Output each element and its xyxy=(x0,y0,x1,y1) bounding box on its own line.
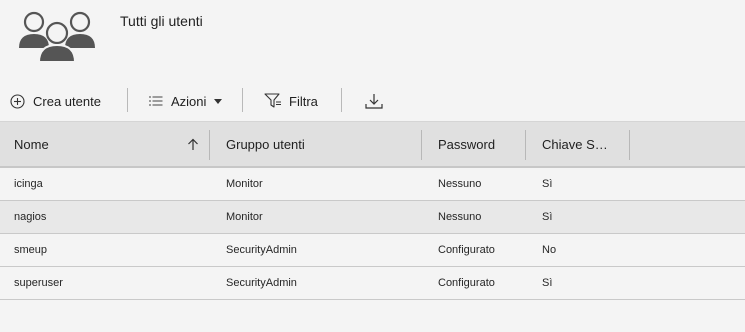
download-icon xyxy=(365,94,383,109)
toolbar-divider xyxy=(127,88,128,112)
cell-key: Sì xyxy=(542,277,553,289)
cell-name: nagios xyxy=(14,211,47,223)
users-page: Tutti gli utenti Crea utente Azioni Filt… xyxy=(0,0,745,332)
column-header-key[interactable]: Chiave S… xyxy=(542,122,608,166)
add-circle-icon xyxy=(10,93,25,109)
column-header-password[interactable]: Password xyxy=(438,122,495,166)
users-group-icon xyxy=(19,11,95,62)
column-divider[interactable] xyxy=(421,130,422,160)
caret-down-icon xyxy=(214,98,223,104)
users-table: Nome Gruppo utenti Password Chiave S… ic… xyxy=(0,121,745,300)
cell-group: Monitor xyxy=(226,211,263,223)
create-user-label: Crea utente xyxy=(33,93,101,109)
cell-key: Sì xyxy=(542,211,553,223)
cell-name: superuser xyxy=(14,277,63,289)
cell-key: Sì xyxy=(542,178,553,190)
actions-menu-button[interactable]: Azioni xyxy=(149,86,223,116)
cell-key: No xyxy=(542,244,557,256)
table-header: Nome Gruppo utenti Password Chiave S… xyxy=(0,121,745,168)
table-row[interactable]: superuser SecurityAdmin Configurato Sì xyxy=(0,267,745,300)
toolbar-divider xyxy=(242,88,243,112)
cell-group: SecurityAdmin xyxy=(226,244,297,256)
table-row[interactable]: nagios Monitor Nessuno Sì xyxy=(0,201,745,234)
page-header: Tutti gli utenti xyxy=(0,0,745,80)
page-title: Tutti gli utenti xyxy=(120,13,203,29)
cell-name: icinga xyxy=(14,178,43,190)
cell-name: smeup xyxy=(14,244,48,256)
sort-ascending-icon[interactable] xyxy=(187,138,199,151)
table-row[interactable]: icinga Monitor Nessuno Sì xyxy=(0,168,745,201)
toolbar-divider xyxy=(341,88,342,112)
actions-label: Azioni xyxy=(171,93,207,109)
filter-icon xyxy=(264,93,281,108)
cell-group: Monitor xyxy=(226,178,263,190)
download-button[interactable] xyxy=(365,86,383,116)
table-row[interactable]: smeup SecurityAdmin Configurato No xyxy=(0,234,745,267)
filter-label: Filtra xyxy=(289,93,318,109)
cell-password: Configurato xyxy=(438,244,495,256)
list-icon xyxy=(149,96,163,105)
create-user-button[interactable]: Crea utente xyxy=(10,86,101,116)
cell-password: Configurato xyxy=(438,277,495,289)
column-divider[interactable] xyxy=(629,130,630,160)
column-divider[interactable] xyxy=(209,130,210,160)
toolbar: Crea utente Azioni Filtra xyxy=(0,86,745,116)
cell-password: Nessuno xyxy=(438,178,482,190)
column-divider[interactable] xyxy=(525,130,526,160)
column-header-name[interactable]: Nome xyxy=(14,122,49,166)
cell-password: Nessuno xyxy=(438,211,482,223)
filter-button[interactable]: Filtra xyxy=(264,86,318,116)
cell-group: SecurityAdmin xyxy=(226,277,297,289)
column-header-group[interactable]: Gruppo utenti xyxy=(226,122,305,166)
